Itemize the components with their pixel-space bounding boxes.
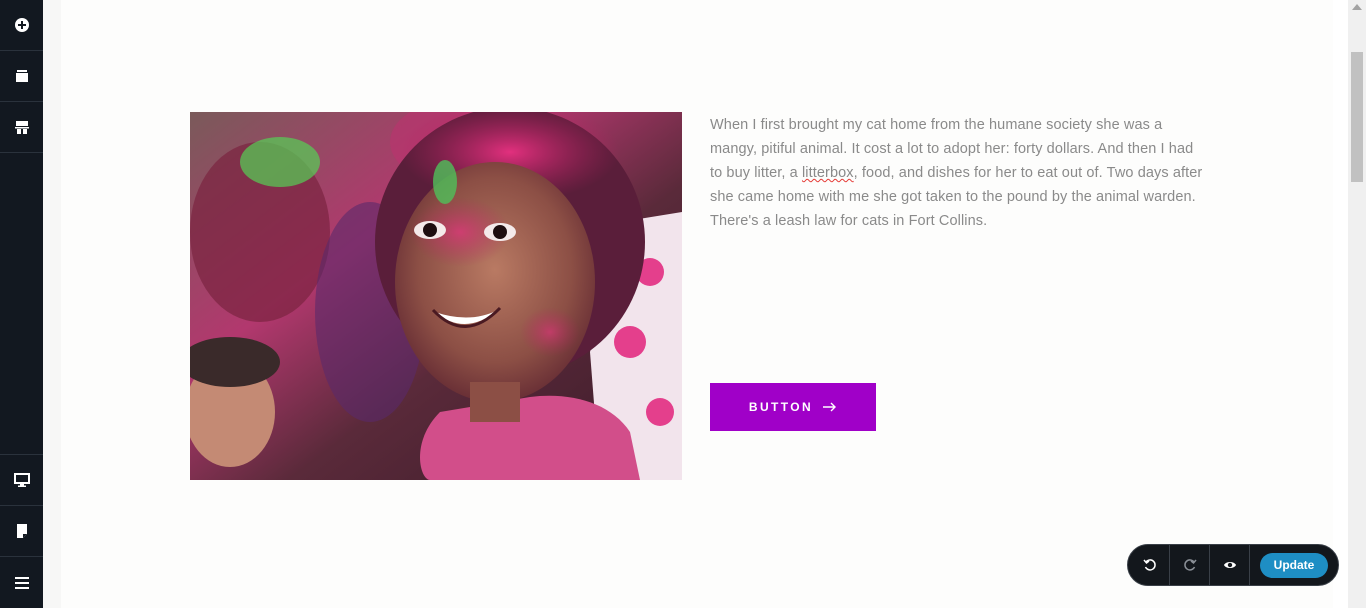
page-settings-button[interactable] (0, 505, 43, 556)
undo-icon (1143, 559, 1156, 571)
toolbar-divider (1249, 545, 1250, 585)
page-icon (16, 524, 27, 538)
menu-button[interactable] (0, 556, 43, 608)
redo-button[interactable] (1170, 545, 1210, 585)
menu-icon (14, 576, 29, 589)
editor-toolbar: Update (1127, 544, 1339, 586)
desktop-preview-button[interactable] (0, 454, 43, 505)
desktop-preview-icon (13, 473, 30, 487)
cta-button[interactable]: BUTTON (710, 383, 876, 431)
layers-icon (15, 70, 28, 82)
vertical-scrollbar[interactable] (1348, 0, 1366, 608)
body-paragraph[interactable]: When I first brought my cat home from th… (710, 113, 1206, 233)
layers-button[interactable] (0, 51, 43, 102)
scroll-thumb[interactable] (1351, 52, 1363, 182)
cta-button-label: BUTTON (748, 400, 814, 414)
scroll-up-arrow-icon[interactable] (1352, 4, 1362, 10)
hero-image[interactable] (190, 112, 682, 480)
layout-button[interactable] (0, 102, 43, 153)
update-button[interactable]: Update (1260, 553, 1328, 578)
arrow-right-icon (823, 402, 837, 412)
holi-girl-photo (190, 112, 682, 480)
undo-button[interactable] (1130, 545, 1170, 585)
misspelled-word: litterbox (801, 165, 854, 181)
eye-icon (1224, 562, 1236, 568)
editor-sidebar (0, 0, 43, 608)
preview-button[interactable] (1210, 545, 1250, 585)
redo-icon (1184, 559, 1197, 571)
add-element-button[interactable] (0, 0, 43, 51)
layout-icon (14, 121, 29, 134)
add-icon (14, 18, 29, 32)
